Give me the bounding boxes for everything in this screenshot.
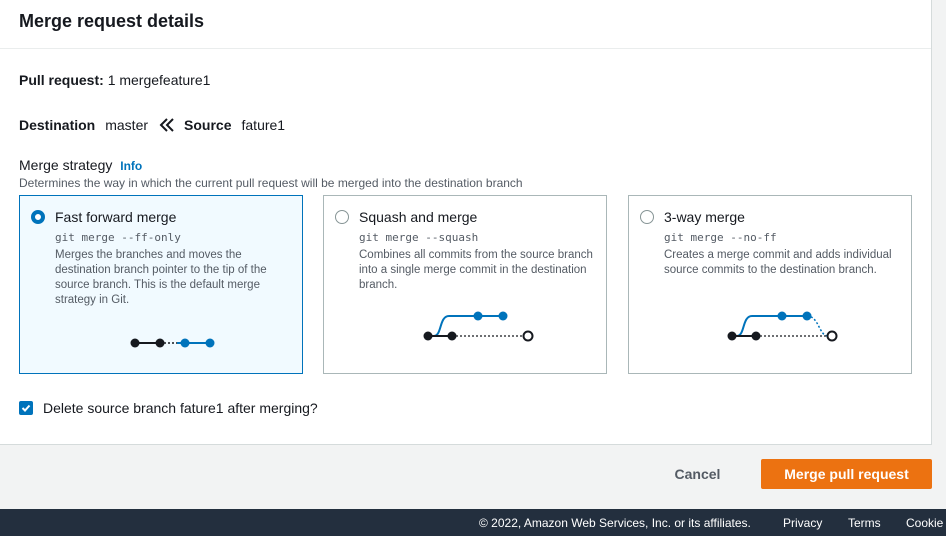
branch-row: Destination master Source fature1 (19, 117, 285, 133)
double-chevron-left-icon (158, 117, 176, 133)
destination-value: master (105, 117, 149, 133)
footer: © 2022, Amazon Web Services, Inc. or its… (0, 509, 946, 536)
source-value: fature1 (241, 117, 286, 133)
panel-title: Merge request details (19, 11, 205, 31)
delete-branch-checkbox[interactable] (19, 401, 33, 415)
squash-diagram-icon (423, 311, 534, 342)
delete-branch-label: Delete source branch fature1 after mergi… (43, 400, 318, 416)
footer-terms-link[interactable]: Terms (848, 516, 881, 530)
delete-branch-row: Delete source branch fature1 after mergi… (19, 400, 318, 416)
merge-pull-request-button[interactable]: Merge pull request (761, 459, 932, 489)
pull-request-value: 1 mergefeature1 (107, 72, 211, 88)
fast-forward-diagram-icon (130, 338, 215, 348)
strategy-option-squash[interactable]: Squash and merge git merge --squash Comb… (323, 195, 607, 374)
destination-label: Destination (19, 117, 96, 133)
info-link[interactable]: Info (120, 159, 142, 173)
pull-request-row: Pull request: 1 mergefeature1 (19, 72, 210, 88)
merge-strategy-text: Merge strategy (19, 157, 113, 173)
merge-details-panel: Merge request details Pull request: 1 me… (0, 0, 932, 445)
source-label: Source (184, 117, 232, 133)
pull-request-label: Pull request: (19, 72, 104, 88)
cancel-button[interactable]: Cancel (660, 461, 735, 487)
strategy-option-three-way[interactable]: 3-way merge git merge --no-ff Creates a … (628, 195, 912, 374)
footer-privacy-link[interactable]: Privacy (783, 516, 822, 530)
panel-header: Merge request details (0, 0, 931, 49)
three-way-diagram-icon (727, 311, 838, 342)
footer-cookie-link[interactable]: Cookie (906, 516, 943, 530)
footer-copyright: © 2022, Amazon Web Services, Inc. or its… (479, 516, 751, 530)
strategy-option-fast-forward[interactable]: Fast forward merge git merge --ff-only M… (19, 195, 303, 374)
merge-strategy-label: Merge strategy Info (19, 157, 142, 173)
checkmark-icon (21, 404, 31, 412)
merge-strategy-description: Determines the way in which the current … (19, 176, 523, 190)
